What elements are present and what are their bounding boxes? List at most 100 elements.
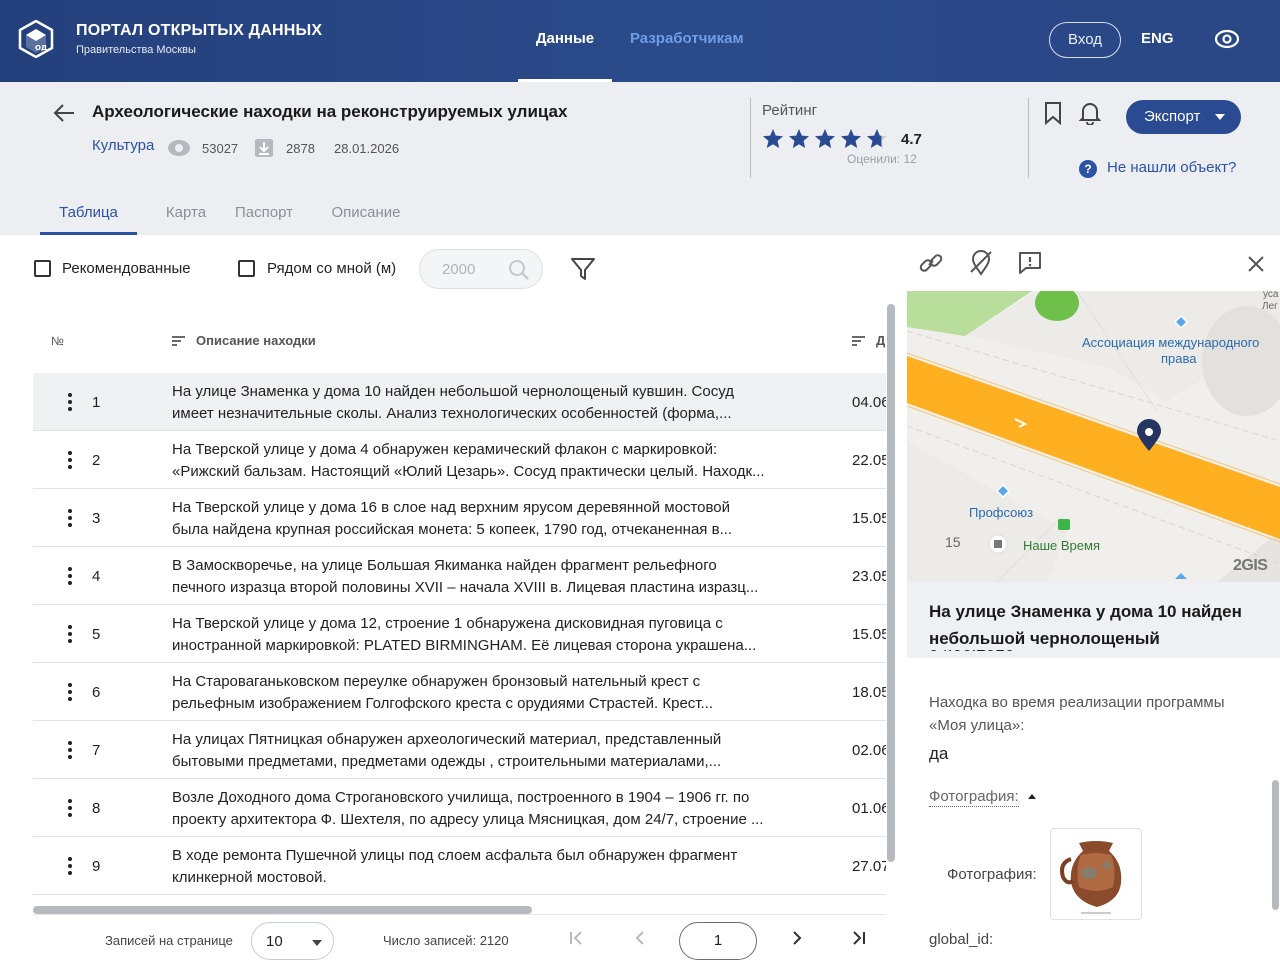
top-navbar: ОД ПОРТАЛ ОТКРЫТЫХ ДАННЫХ Правительства … — [0, 0, 1280, 82]
total-records: Число записей: 2120 — [383, 933, 509, 948]
bell-icon[interactable] — [1079, 101, 1101, 125]
export-label: Экспорт — [1144, 108, 1201, 125]
back-arrow-icon[interactable] — [52, 102, 76, 124]
bookmark-icon[interactable] — [1043, 101, 1063, 125]
page-number-input[interactable]: 1 — [679, 922, 757, 960]
row-menu-icon[interactable] — [67, 509, 73, 529]
language-switch[interactable]: ENG — [1141, 30, 1174, 47]
sort-icon[interactable] — [852, 335, 866, 347]
table-row[interactable]: 1 На улице Знаменка у дома 10 найден небо… — [33, 373, 886, 431]
radius-input[interactable]: 2000 — [419, 249, 543, 289]
row-description: На улицах Пятницкая обнаружен археологич… — [172, 729, 822, 773]
link-icon[interactable] — [918, 250, 944, 276]
table-row[interactable]: 4 В Замоскворечье, на улице Большая Якима… — [33, 547, 886, 605]
help-icon[interactable]: ? — [1079, 160, 1097, 178]
divider — [750, 98, 751, 178]
column-header-date[interactable]: Д — [876, 333, 886, 348]
row-menu-icon[interactable] — [67, 857, 73, 877]
row-menu-icon[interactable] — [67, 393, 73, 413]
table-row[interactable]: 7 На улицах Пятницкая обнаружен археологи… — [33, 721, 886, 779]
star-icon[interactable] — [762, 128, 784, 150]
row-menu-icon[interactable] — [67, 683, 73, 703]
map-label-profsoyuz[interactable]: Профсоюз — [969, 505, 1033, 520]
star-icon[interactable] — [814, 128, 836, 150]
photo-label: Фотография: — [947, 866, 1037, 883]
brand-title[interactable]: ПОРТАЛ ОТКРЫТЫХ ДАННЫХ — [76, 22, 322, 40]
row-menu-icon[interactable] — [67, 799, 73, 819]
first-page-icon[interactable] — [566, 928, 586, 948]
row-description-line-1: На Староваганьковском переулке обнаружен… — [172, 673, 701, 690]
table-row[interactable]: 2 На Тверской улице у дома 4 обнаружен ке… — [33, 431, 886, 489]
row-description-line-1: На улице Знаменка у дома 10 найден небол… — [172, 383, 734, 400]
row-menu-icon[interactable] — [67, 625, 73, 645]
location-off-icon[interactable] — [968, 250, 994, 276]
side-panel-scrollbar[interactable] — [1272, 780, 1279, 910]
tab-passport[interactable]: Паспорт — [228, 195, 300, 235]
star-icon[interactable] — [840, 128, 862, 150]
row-date: 15.05 — [852, 626, 886, 643]
row-menu-icon[interactable] — [67, 741, 73, 761]
nav-item-data[interactable]: Данные — [518, 0, 612, 82]
row-date: 02.06 — [852, 742, 886, 759]
photo-section-toggle[interactable]: Фотография: — [929, 788, 1019, 807]
row-number: 1 — [92, 394, 101, 411]
nav-item-developers[interactable]: Разработчикам — [630, 0, 744, 82]
tab-table[interactable]: Таблица — [40, 195, 137, 235]
object-map[interactable]: Ассоциация международного права Профсоюз… — [907, 291, 1280, 582]
sort-icon[interactable] — [172, 335, 186, 347]
nearby-label[interactable]: Рядом со мной (м) — [267, 260, 396, 277]
object-photo[interactable] — [1050, 828, 1142, 920]
rating-stars[interactable] — [762, 128, 892, 150]
row-description-line-1: В ходе ремонта Пушечной улицы под слоем … — [172, 847, 738, 864]
prev-page-icon[interactable] — [630, 928, 650, 948]
last-page-icon[interactable] — [849, 928, 869, 948]
map-label-nashe-vremya[interactable]: Наше Время — [1023, 538, 1100, 553]
column-header-description[interactable]: Описание находки — [196, 333, 316, 348]
report-icon[interactable] — [1017, 250, 1043, 276]
not-found-link[interactable]: Не нашли объект? — [1107, 159, 1236, 176]
login-button[interactable]: Вход — [1049, 22, 1121, 58]
star-icon[interactable] — [866, 128, 888, 150]
next-page-icon[interactable] — [787, 928, 807, 948]
table-row[interactable]: 9 В ходе ремонта Пушечной улицы под слоем… — [33, 837, 886, 895]
table-vertical-scrollbar[interactable] — [887, 304, 895, 862]
field-value-my-street: да — [929, 744, 949, 763]
portal-logo-icon[interactable]: ОД — [18, 20, 54, 58]
dataset-category-link[interactable]: Культура — [92, 137, 154, 154]
per-page-value: 10 — [266, 933, 283, 950]
table-horizontal-scrollbar[interactable] — [33, 906, 532, 914]
row-number: 9 — [92, 858, 101, 875]
tab-description[interactable]: Описание — [324, 195, 408, 235]
search-icon[interactable] — [508, 259, 530, 281]
row-menu-icon[interactable] — [67, 451, 73, 471]
row-description: На Тверской улице у дома 16 в слое над в… — [172, 497, 822, 541]
rating-value: 4.7 — [901, 131, 922, 148]
table-row[interactable]: 6 На Староваганьковском переулке обнаруже… — [33, 663, 886, 721]
table-row[interactable]: 3 На Тверской улице у дома 16 в слое над … — [33, 489, 886, 547]
brand-subtitle[interactable]: Правительства Москвы — [76, 44, 196, 56]
row-description-line-2: иностранной маркировкой: PLATED BIRMINGH… — [172, 637, 757, 654]
star-icon[interactable] — [788, 128, 810, 150]
table-row[interactable]: 8 Возле Доходного дома Строгановского учи… — [33, 779, 886, 837]
chevron-up-icon[interactable] — [1028, 794, 1036, 799]
row-description: На Тверской улице у дома 12, строение 1 … — [172, 613, 822, 657]
recommended-label[interactable]: Рекомендованные — [62, 260, 191, 277]
recommended-checkbox[interactable] — [34, 260, 51, 277]
nearby-checkbox[interactable] — [238, 260, 255, 277]
row-description-line-2: имеет незначительные сколы. Анализ техно… — [172, 405, 732, 422]
map-label-association-2[interactable]: права — [1161, 351, 1197, 366]
per-page-select[interactable]: 10 — [251, 922, 334, 960]
field-label-global-id: global_id: — [929, 931, 994, 948]
export-button[interactable]: Экспорт — [1126, 100, 1241, 134]
row-description: На Тверской улице у дома 4 обнаружен кер… — [172, 439, 822, 483]
eye-icon[interactable] — [1214, 28, 1240, 50]
filter-icon[interactable] — [570, 256, 596, 282]
close-icon[interactable] — [1244, 252, 1268, 276]
map-watermark: 2GIS — [1233, 557, 1268, 574]
table-row[interactable]: 5 На Тверской улице у дома 12, строение 1… — [33, 605, 886, 663]
radius-placeholder: 2000 — [442, 261, 476, 278]
row-description-line-1: На улицах Пятницкая обнаружен археологич… — [172, 731, 722, 748]
map-label-association[interactable]: Ассоциация международного — [1082, 335, 1259, 350]
row-menu-icon[interactable] — [67, 567, 73, 587]
tab-map[interactable]: Карта — [150, 195, 222, 235]
